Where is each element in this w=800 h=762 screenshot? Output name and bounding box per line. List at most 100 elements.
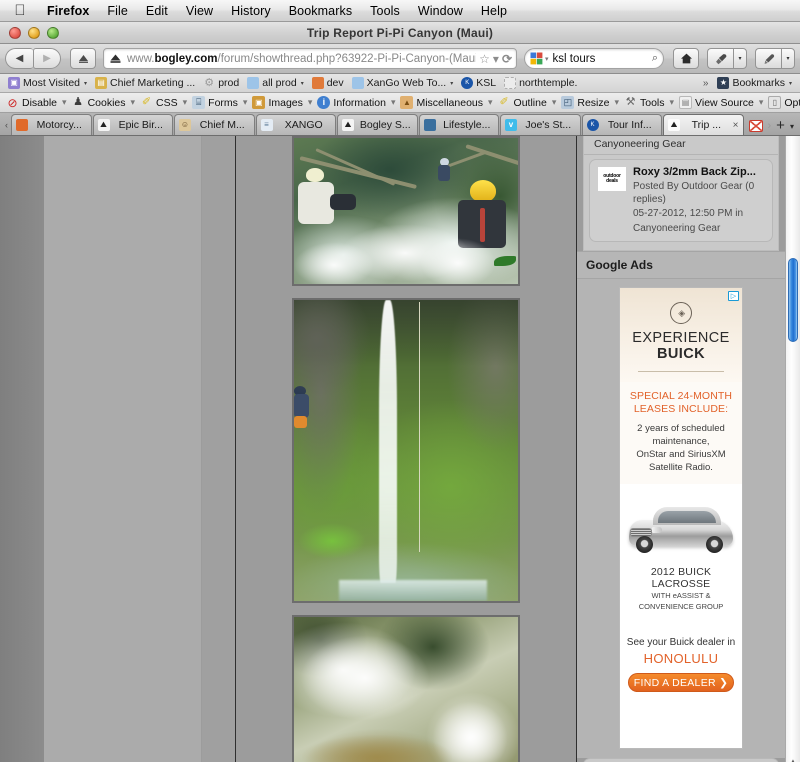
bookmark-star-icon[interactable]: ☆ [479,53,490,65]
find-a-dealer-button[interactable]: FIND A DEALER ❯ [628,673,734,692]
tab-epic-bird[interactable]: ⛰ Epic Bir... [92,114,173,135]
search-icon[interactable]: ⌕ [652,52,658,65]
no-entry-icon: ⊘ [7,95,18,110]
menu-item-view[interactable]: View [177,1,222,21]
buick-advertisement[interactable]: ▷ ◈ EXPERIENCE BUICK SPECIAL 24-MONTH LE… [619,287,743,749]
bookmark-dev[interactable]: dev [308,76,348,90]
menu-item-help[interactable]: Help [472,1,516,21]
chevron-down-icon[interactable]: ▾ [84,80,87,87]
menu-item-edit[interactable]: Edit [137,1,177,21]
page-actions-button[interactable] [70,48,96,69]
divider [637,371,725,372]
bookmark-northtemple[interactable]: northtemple. [500,76,581,90]
devtool-resize[interactable]: ◰ Resize [558,96,612,109]
devtool-images[interactable]: ▣ Images [249,96,305,109]
devtool-forms[interactable]: ⌸ Forms [189,96,241,109]
google-icon[interactable] [530,52,543,65]
devtool-css[interactable]: ✐ CSS [137,96,181,109]
scrollbar-arrows[interactable]: ▲ ▼ [786,749,800,762]
window-title-bar[interactable]: Trip Report Pi-Pi Canyon (Maui) [0,22,800,44]
sidebar-post-title[interactable]: Roxy 3/2mm Back Zip... [633,166,765,179]
devtool-disable[interactable]: ⊘ Disable [3,96,60,109]
bookmark-all-prod[interactable]: all prod ▾ [243,76,307,90]
separator: ▾ [390,97,396,107]
highlighter-icon[interactable] [755,48,781,69]
menu-item-firefox[interactable]: Firefox [38,1,98,21]
devtool-tools[interactable]: ⚒ Tools [621,96,668,109]
tab-bogley-site[interactable]: ⛰ Bogley S... [337,114,418,135]
bookmark-ksl[interactable]: K KSL [457,76,500,90]
tab-lifestyle[interactable]: Lifestyle... [418,114,499,135]
tab-joes-stuff[interactable]: v Joe's St... [500,114,581,135]
forward-button[interactable]: ▶ [33,48,61,69]
ad-dealer-text: See your Buick dealer in [626,637,736,648]
close-window-button[interactable] [9,26,21,39]
separator: ▾ [669,97,675,107]
tab-trip-report[interactable]: ⛰ Trip ... × [663,114,744,135]
apple-logo-icon[interactable]:  [12,3,28,19]
minimize-window-button[interactable] [28,26,40,39]
menu-item-window[interactable]: Window [409,1,472,21]
bookmark-chief-marketing[interactable]: ▤ Chief Marketing ... [91,76,199,90]
tab-scroll-left-button[interactable]: ‹ [2,120,11,135]
chevron-down-icon[interactable]: ▾ [301,80,304,87]
separator: ▾ [488,97,493,107]
menu-item-history[interactable]: History [222,1,280,21]
cascade-pool-photo[interactable] [292,615,520,762]
waterfall-rappel-photo[interactable] [292,298,520,603]
scrollbar-thumb[interactable] [788,258,798,342]
menu-item-bookmarks[interactable]: Bookmarks [280,1,361,21]
eyedropper-tool[interactable]: ▾ [707,48,747,69]
bookmark-prod[interactable]: ⚙ prod [199,76,243,90]
bookmark-xango-web-tools[interactable]: XanGo Web To... ▾ [348,76,458,90]
ad-choices-icon[interactable]: ▷ [728,291,739,301]
sidebar-post-forum[interactable]: Canyoneering Gear [633,223,765,236]
devtool-options[interactable]: ▯ Options [765,96,800,109]
canyoneers-in-stream-photo[interactable] [292,136,520,286]
bookmark-most-visited[interactable]: ▣ Most Visited ▾ [4,76,91,90]
home-button[interactable] [673,48,699,69]
zoom-window-button[interactable] [47,26,59,39]
menu-item-file[interactable]: File [98,1,137,21]
devtool-miscellaneous[interactable]: ▲ Miscellaneous [397,96,486,109]
reload-icon[interactable]: ⟳ [502,53,512,65]
scroll-up-arrow-icon[interactable]: ▲ [789,757,797,762]
devtool-label: CSS [156,96,178,109]
menu-item-tools[interactable]: Tools [361,1,409,21]
tab-chief-marketing[interactable]: ☺ Chief M... [174,114,255,135]
devtool-information[interactable]: i Information [314,96,389,109]
devtool-outline[interactable]: ✐ Outline [495,96,550,109]
devtool-cookies[interactable]: ♟ Cookies [69,96,129,109]
bookmarks-menu-button[interactable]: ★ Bookmarks ▾ [713,76,796,90]
devtool-view-source[interactable]: ▤ View Source [676,96,757,109]
chevron-down-icon[interactable]: ▾ [789,80,792,87]
ad-terms-line1: 2 years of scheduled [637,423,725,434]
search-input[interactable]: ksl tours [549,53,652,65]
search-bar[interactable]: ▾ ksl tours ⌕ [524,48,664,69]
sidebar-post-card[interactable]: outdoor deals Roxy 3/2mm Back Zip... Pos… [589,159,773,242]
eyedropper-dropdown-caret[interactable]: ▾ [733,48,747,69]
site-identity-icon[interactable] [108,51,123,66]
close-icon[interactable]: × [733,120,739,131]
highlighter-dropdown-caret[interactable]: ▾ [781,48,795,69]
cookie-person-icon: ♟ [73,96,83,108]
tab-motorcycle[interactable]: Motorcy... [11,114,92,135]
eyedropper-icon[interactable] [707,48,733,69]
tab-xango[interactable]: ≡ XANGO [255,114,336,135]
bookmarks-overflow-chevron[interactable]: » [698,78,714,89]
highlighter-tool[interactable]: ▾ [755,48,795,69]
chevron-down-icon[interactable]: ▾ [450,80,453,87]
tab-list-button[interactable]: ▾ [790,122,794,131]
back-button[interactable]: ◀ [5,48,33,69]
address-bar[interactable]: www.bogley.com/forum/showthread.php?6392… [103,48,517,69]
chevron-down-icon[interactable]: ▾ [493,53,499,65]
page-sidebar: Canyoneering Gear outdoor deals Roxy 3/2… [577,136,785,762]
url-text[interactable]: www.bogley.com/forum/showthread.php?6392… [127,53,476,65]
new-tab-button[interactable]: + [776,118,785,133]
google-ads-heading: Google Ads [577,251,785,279]
tab-scroll-right-button[interactable]: › [768,120,772,132]
tab-tour-info[interactable]: K Tour Inf... [581,114,662,135]
photo-spacer [236,286,576,298]
gmail-icon[interactable] [748,120,763,132]
page-vertical-scrollbar[interactable]: ▲ ▼ [785,136,800,762]
